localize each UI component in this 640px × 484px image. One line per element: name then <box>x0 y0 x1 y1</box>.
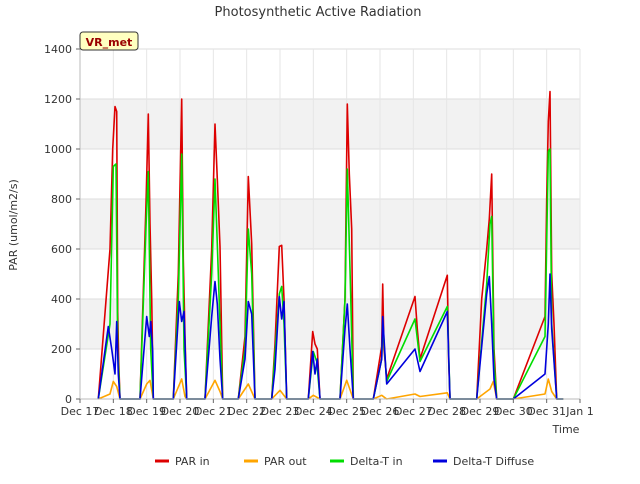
chart: Photosynthetic Active Radiation 0 200 400 6… <box>0 0 640 480</box>
plot-area <box>80 49 580 399</box>
y-tick-label: 1000 <box>44 143 72 156</box>
x-tick-label: Jan 1 <box>565 405 593 418</box>
annotation-text: VR_met <box>86 36 133 49</box>
x-tick-label: Dec 31 <box>527 405 566 418</box>
plot-band <box>80 199 580 249</box>
x-axis-label: Time <box>552 423 580 436</box>
y-tick-label: 600 <box>51 243 72 256</box>
y-tick-label: 800 <box>51 193 72 206</box>
annotation: VR_met <box>79 31 139 51</box>
plot-band <box>80 299 580 349</box>
y-axis-label: PAR (umol/m2/s) <box>7 179 20 271</box>
legend-label-delta-t-in: Delta-T in <box>350 455 403 468</box>
legend: PAR in PAR out Delta-T in Delta-T Diffuse <box>155 455 534 468</box>
plot-band <box>80 99 580 149</box>
y-tick-label: 200 <box>51 343 72 356</box>
legend-label-par-out: PAR out <box>264 455 307 468</box>
y-tick-label: 1200 <box>44 93 72 106</box>
y-tick-label: 1400 <box>44 43 72 56</box>
y-tick-label: 400 <box>51 293 72 306</box>
legend-label-delta-t-diffuse: Delta-T Diffuse <box>453 455 534 468</box>
chart-svg: Photosynthetic Active Radiation 02004006… <box>7 5 594 468</box>
chart-title: Photosynthetic Active Radiation <box>215 5 422 20</box>
legend-label-par-in: PAR in <box>175 455 210 468</box>
